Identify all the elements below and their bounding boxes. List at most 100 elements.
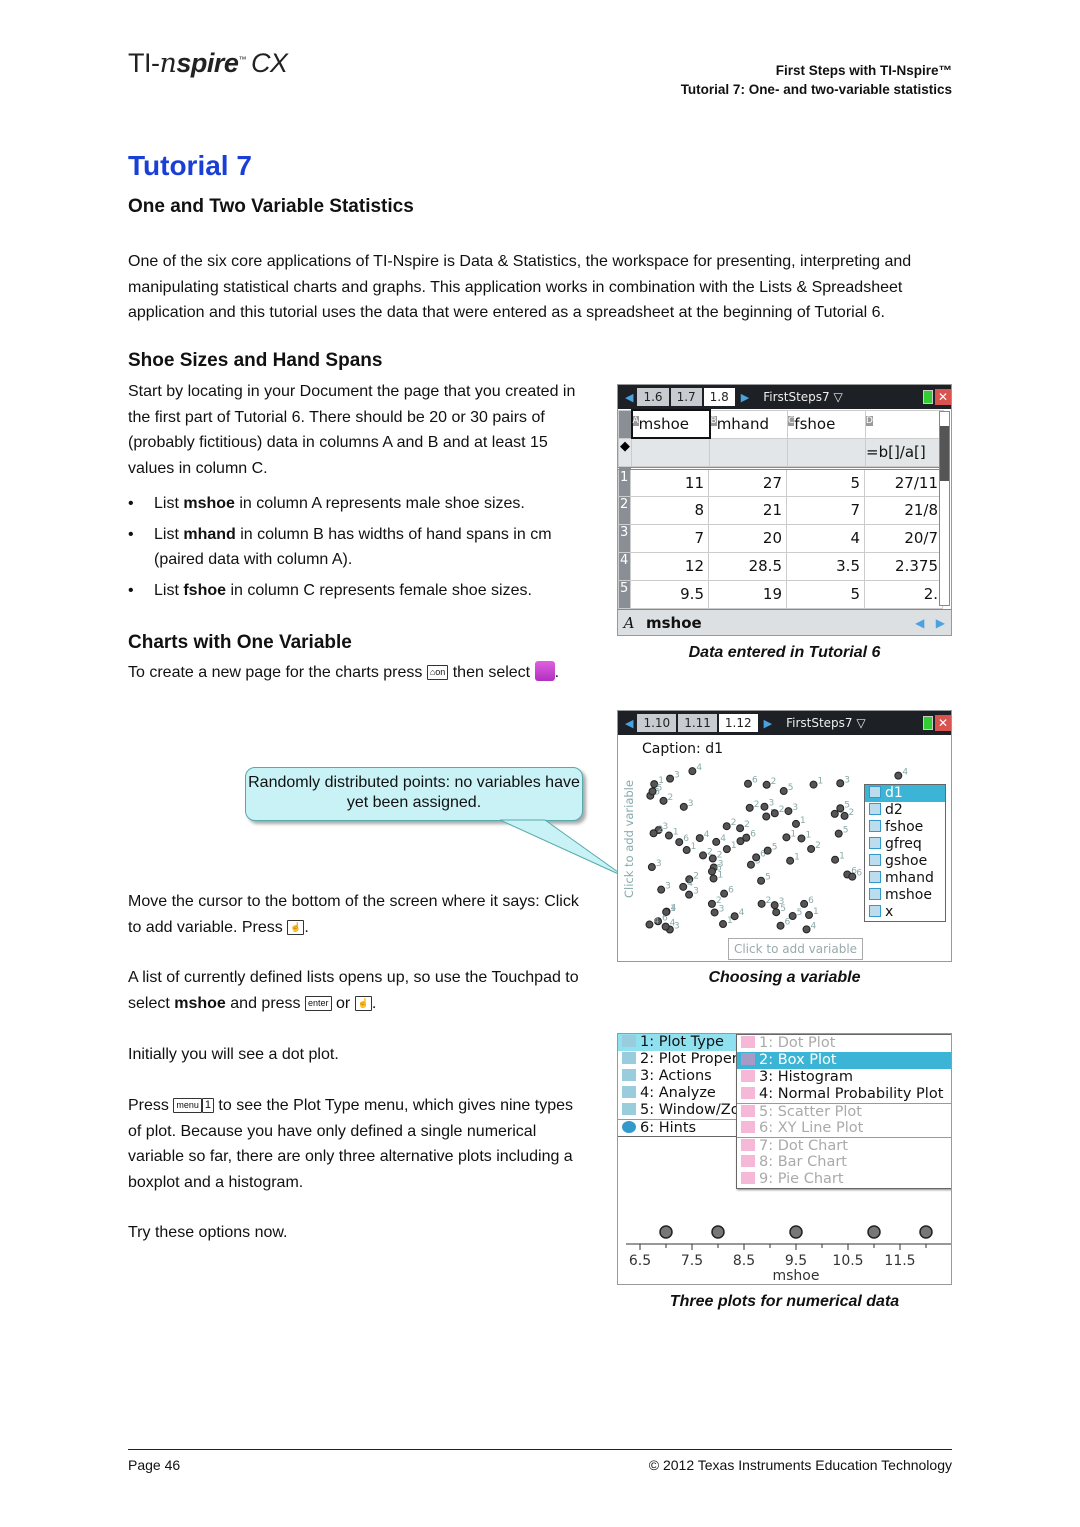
cell[interactable]: 3.5 (786, 551, 865, 581)
tick-label: 10.5 (832, 1253, 863, 1269)
point-label: 5 (844, 800, 850, 810)
random-point (649, 829, 658, 838)
cell[interactable]: 20 (708, 523, 787, 553)
menu-item-icon (622, 1035, 636, 1047)
cell[interactable]: 8 (630, 495, 709, 525)
list-option[interactable]: d1 (865, 785, 945, 802)
list-option[interactable]: gshoe (865, 853, 945, 870)
cell[interactable]: 27/11 (864, 467, 943, 497)
random-point (760, 802, 769, 811)
point-label: 1 (731, 841, 737, 851)
cell[interactable]: 2.375 (864, 551, 943, 581)
point-label: 4 (811, 921, 817, 931)
table-row[interactable]: 1 11 27 5 27/11 (618, 467, 943, 497)
cell[interactable]: 12 (630, 551, 709, 581)
x-axis-add-variable[interactable]: Click to add variable (728, 938, 863, 960)
menu-item[interactable]: 6: Hints (618, 1119, 737, 1136)
list-option[interactable]: gfreq (865, 836, 945, 853)
data-stats-app-icon (534, 661, 555, 681)
cell[interactable]: 2. (864, 579, 943, 609)
point-label: 2 (693, 871, 699, 881)
random-point (831, 855, 840, 864)
random-point (782, 833, 791, 842)
tick-label: 8.5 (733, 1253, 755, 1269)
table-row[interactable]: 4 12 28.5 3.5 2.375 (618, 551, 943, 581)
main-menu: 1: Plot Type 2: Plot Proper 3: Actions 4: A… (618, 1034, 740, 1137)
cell[interactable]: 20/7 (864, 523, 943, 553)
page-number: Page 46 (128, 1457, 181, 1473)
data-point (659, 1225, 673, 1239)
plot-type-option[interactable]: 7: Dot Chart (737, 1137, 951, 1154)
list-item: List fshoe in column C represents female… (128, 578, 588, 604)
point-label: 3 (688, 799, 694, 809)
cell[interactable]: 11 (630, 467, 709, 497)
plot-type-option[interactable]: 8: Bar Chart (737, 1154, 951, 1171)
menu-item[interactable]: 3: Actions (618, 1068, 737, 1085)
cell[interactable]: 4 (786, 523, 865, 553)
point-label: 6 (728, 886, 734, 896)
random-point (722, 845, 731, 854)
point-label: 2 (668, 793, 674, 803)
point-label: 1 (670, 904, 676, 914)
list-icon (869, 854, 881, 866)
menu-item[interactable]: 5: Window/Zo (618, 1102, 740, 1119)
random-point (730, 912, 739, 921)
table-row[interactable]: 2 8 21 7 21/8 (618, 495, 943, 525)
list-option[interactable]: mhand (865, 870, 945, 887)
plot-type-option[interactable]: 6: XY Line Plot (737, 1120, 951, 1137)
plot-type-option[interactable]: 9: Pie Chart (737, 1171, 951, 1188)
point-label: 6 (856, 869, 862, 879)
cell[interactable]: 21/8 (864, 495, 943, 525)
plot-type-option[interactable]: 2: Box Plot (737, 1052, 951, 1069)
cell[interactable]: 5 (786, 467, 865, 497)
plot-type-option[interactable]: 4: Normal Probability Plot (737, 1086, 951, 1103)
list-option[interactable]: d2 (865, 802, 945, 819)
plot-type-option[interactable]: 3: Histogram (737, 1069, 951, 1086)
list-option[interactable]: x (865, 904, 945, 921)
nav-arrows[interactable]: ◀ ▶ (915, 616, 951, 630)
random-point (776, 921, 785, 930)
random-point (662, 907, 671, 916)
point-label: 1 (790, 829, 796, 839)
point-label: 6 (808, 896, 814, 906)
header-line2: Tutorial 7: One- and two-variable statis… (680, 82, 952, 97)
cell[interactable]: 7 (630, 523, 709, 553)
plot-type-option[interactable]: 1: Dot Plot (737, 1035, 951, 1052)
data-point (919, 1225, 933, 1239)
cell[interactable]: 27 (708, 467, 787, 497)
dot-plot: 6.5 7.5 8.5 9.5 10.5 11.5 mshoe (626, 1225, 951, 1284)
random-point (836, 804, 845, 813)
point-label: 4 (696, 763, 702, 773)
plot-type-option[interactable]: 5: Scatter Plot (737, 1103, 951, 1120)
menu-item[interactable]: 2: Plot Proper (618, 1051, 738, 1068)
table-row[interactable]: 3 7 20 4 20/7 (618, 523, 943, 553)
random-point (659, 796, 668, 805)
cell[interactable]: 21 (708, 495, 787, 525)
random-point (666, 774, 675, 783)
table-row[interactable]: 5 9.5 19 5 2. (618, 579, 943, 609)
menu-item[interactable]: 4: Analyze (618, 1085, 737, 1102)
random-point (786, 856, 795, 865)
point-label: 6 (716, 863, 722, 873)
section-heading-charts: Charts with One Variable (128, 632, 352, 653)
cell[interactable]: 7 (786, 495, 865, 525)
point-label: 3 (768, 799, 774, 809)
try-options: Try these options now. (128, 1224, 288, 1241)
random-point (710, 908, 719, 917)
random-point (797, 834, 806, 843)
cell[interactable]: 19 (708, 579, 787, 609)
cell[interactable]: 5 (786, 579, 865, 609)
data-point (711, 1225, 725, 1239)
random-point (805, 911, 814, 920)
spreadsheet-table: Amshoe Bmhand Cfshoe D ◆ =b[]/a[] (618, 409, 944, 467)
point-label: 3 (656, 859, 662, 869)
menu-item[interactable]: 1: Plot Type (618, 1034, 737, 1051)
random-point (784, 807, 793, 816)
random-point (661, 922, 670, 931)
row-number: 2 (618, 495, 631, 525)
list-option[interactable]: fshoe (865, 819, 945, 836)
cell[interactable]: 28.5 (708, 551, 787, 581)
cell[interactable]: 9.5 (630, 579, 709, 609)
list-option[interactable]: mshoe (865, 887, 945, 904)
header-line1: First Steps with TI-Nspire™ (775, 63, 952, 78)
